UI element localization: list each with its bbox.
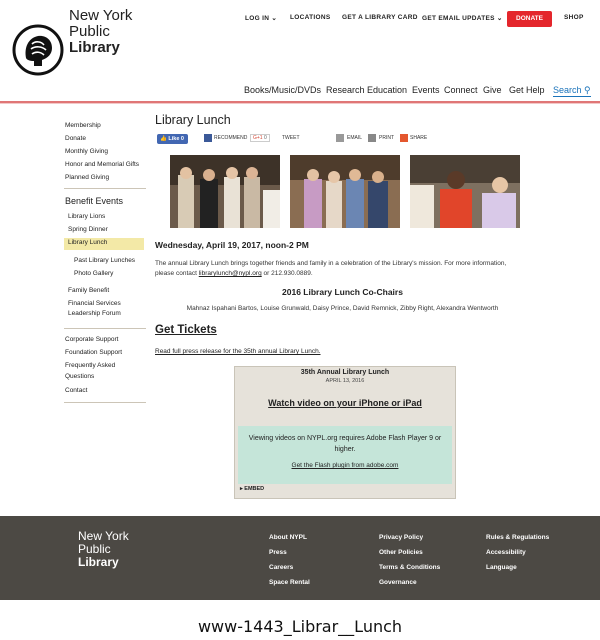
sidebar-item-faq[interactable]: Frequently Asked bbox=[65, 362, 115, 369]
chevron-down-icon: ⌄ bbox=[496, 15, 503, 22]
nypl-lion-logo[interactable] bbox=[12, 24, 64, 76]
nav-search[interactable]: Search ⚲ bbox=[553, 85, 591, 97]
event-description-line-1: The annual Library Lunch brings together… bbox=[155, 260, 507, 267]
nav-research[interactable]: Research bbox=[326, 85, 365, 95]
sidebar-divider bbox=[64, 188, 146, 189]
print-button[interactable]: PRINT bbox=[379, 135, 394, 141]
sidebar-item-planned-giving[interactable]: Planned Giving bbox=[65, 174, 109, 181]
top-nav-shop[interactable]: SHOP bbox=[564, 14, 584, 21]
share-plus-icon bbox=[400, 134, 408, 142]
footer-link-careers[interactable]: Careers bbox=[269, 564, 293, 571]
get-tickets-link[interactable]: Get Tickets bbox=[155, 324, 217, 336]
sidebar-item-past-lunches[interactable]: Past Library Lunches bbox=[74, 257, 135, 264]
footer-link-accessibility[interactable]: Accessibility bbox=[486, 549, 526, 556]
cochairs-names: Mahnaz Ispahani Bartos, Louise Grunwald,… bbox=[186, 305, 499, 312]
flash-plugin-link[interactable]: Get the Flash plugin from adobe.com bbox=[238, 462, 452, 469]
recommend-button[interactable]: RECOMMEND bbox=[214, 135, 247, 141]
search-icon: ⚲ bbox=[584, 85, 591, 95]
sidebar-item-leadership-forum[interactable]: Leadership Forum bbox=[68, 310, 121, 317]
top-nav-locations[interactable]: LOCATIONS bbox=[290, 14, 331, 21]
cochairs-heading: 2016 Library Lunch Co-Chairs bbox=[282, 287, 403, 297]
sidebar-item-corporate-support[interactable]: Corporate Support bbox=[65, 336, 118, 343]
sidebar-heading-benefit-events[interactable]: Benefit Events bbox=[65, 196, 123, 206]
nav-education[interactable]: Education bbox=[367, 85, 407, 95]
sidebar-item-faq-cont[interactable]: Questions bbox=[65, 373, 94, 380]
sidebar-item-family-benefit[interactable]: Family Benefit bbox=[68, 287, 109, 294]
header-divider-shadow bbox=[0, 103, 600, 104]
event-photo-1[interactable] bbox=[170, 155, 280, 228]
press-release-link[interactable]: Read full press release for the 35th ann… bbox=[155, 348, 321, 355]
nav-books-music-dvds[interactable]: Books/Music/DVDs bbox=[244, 85, 321, 95]
footer-link-privacy[interactable]: Privacy Policy bbox=[379, 534, 423, 541]
footer-link-space-rental[interactable]: Space Rental bbox=[269, 579, 310, 586]
print-icon bbox=[368, 134, 376, 142]
sidebar-divider bbox=[64, 328, 146, 329]
event-description: The annual Library Lunch brings together… bbox=[155, 259, 535, 279]
footer-link-governance[interactable]: Governance bbox=[379, 579, 417, 586]
event-description-prefix: please contact bbox=[155, 270, 199, 277]
sidebar-item-spring-dinner[interactable]: Spring Dinner bbox=[68, 226, 108, 233]
event-photo-2[interactable] bbox=[290, 155, 400, 228]
event-description-suffix: or 212.930.0889. bbox=[261, 270, 313, 277]
chevron-down-icon: ⌄ bbox=[271, 15, 278, 22]
facebook-like-button[interactable]: 👍 Like 0 bbox=[157, 134, 188, 144]
embed-toggle[interactable]: ▸ EMBED bbox=[240, 486, 264, 492]
footer-link-other-policies[interactable]: Other Policies bbox=[379, 549, 423, 556]
tweet-button[interactable]: TWEET bbox=[282, 135, 300, 141]
top-nav-email-updates[interactable]: GET EMAIL UPDATES ⌄ bbox=[422, 14, 503, 22]
footer-link-press[interactable]: Press bbox=[269, 549, 287, 556]
footer-link-rules[interactable]: Rules & Regulations bbox=[486, 534, 549, 541]
footer-link-language[interactable]: Language bbox=[486, 564, 517, 571]
top-nav-login[interactable]: LOG IN ⌄ bbox=[245, 14, 277, 22]
sidebar-item-library-lions[interactable]: Library Lions bbox=[68, 213, 105, 220]
logo-line-3: Library bbox=[69, 39, 120, 56]
sidebar-item-contact[interactable]: Contact bbox=[65, 387, 87, 394]
logo-line-1: New York bbox=[69, 7, 133, 24]
donate-button[interactable]: DONATE bbox=[507, 11, 552, 27]
event-photo-3[interactable] bbox=[410, 155, 520, 228]
sidebar-item-donate[interactable]: Donate bbox=[65, 135, 86, 142]
footer-link-terms[interactable]: Terms & Conditions bbox=[379, 564, 440, 571]
sidebar-item-foundation-support[interactable]: Foundation Support bbox=[65, 349, 122, 356]
sidebar-divider bbox=[64, 402, 146, 403]
top-nav-library-card[interactable]: GET A LIBRARY CARD bbox=[342, 14, 418, 21]
sidebar-item-photo-gallery[interactable]: Photo Gallery bbox=[74, 270, 113, 277]
flash-notice-message: Viewing videos on NYPL.org requires Adob… bbox=[248, 435, 442, 453]
sidebar-item-membership[interactable]: Membership bbox=[65, 122, 101, 129]
facebook-icon bbox=[204, 134, 212, 142]
share-button[interactable]: SHARE bbox=[410, 135, 427, 141]
footer-link-about[interactable]: About NYPL bbox=[269, 534, 307, 541]
google-plus-button[interactable]: G+1 0 bbox=[250, 134, 270, 142]
sidebar-item-library-lunch[interactable]: Library Lunch bbox=[68, 239, 107, 246]
nav-give[interactable]: Give bbox=[483, 85, 502, 95]
video-title: 35th Annual Library Lunch bbox=[300, 369, 390, 376]
watch-video-link[interactable]: Watch video on your iPhone or iPad bbox=[234, 398, 456, 408]
sidebar-item-monthly-giving[interactable]: Monthly Giving bbox=[65, 148, 108, 155]
sidebar-item-honor-memorial[interactable]: Honor and Memorial Gifts bbox=[65, 161, 139, 168]
thumbs-up-icon: 👍 bbox=[160, 136, 167, 142]
nav-get-help[interactable]: Get Help bbox=[509, 85, 545, 95]
nav-connect[interactable]: Connect bbox=[444, 85, 478, 95]
page-title: Library Lunch bbox=[155, 113, 231, 127]
logo-line-2: Public bbox=[69, 23, 110, 40]
nav-events[interactable]: Events bbox=[412, 85, 440, 95]
email-icon bbox=[336, 134, 344, 142]
event-date: Wednesday, April 19, 2017, noon-2 PM bbox=[155, 240, 309, 250]
footer-logo-line-3: Library bbox=[78, 555, 119, 569]
email-link[interactable]: librarylunch@nypl.org bbox=[199, 270, 262, 277]
sidebar-item-financial-services[interactable]: Financial Services bbox=[68, 300, 121, 307]
screenshot-caption: www-1443_Librar__Lunch bbox=[197, 617, 403, 636]
email-share-button[interactable]: EMAIL bbox=[347, 135, 362, 141]
video-date: APRIL 13, 2016 bbox=[325, 378, 365, 384]
